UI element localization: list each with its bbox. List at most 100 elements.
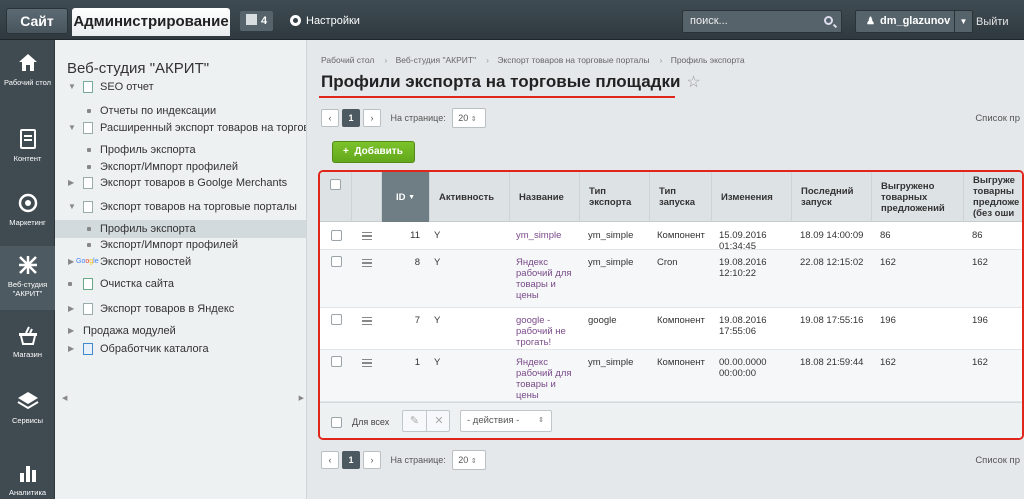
list-settings-link[interactable]: Список пр: [975, 113, 1020, 124]
table-row[interactable]: 7 Y google - рабочий не трогать! google …: [320, 308, 1022, 350]
bullet-icon: [87, 148, 91, 152]
table-row[interactable]: 1 Y Яндекс рабочий для товары и цены ym_…: [320, 350, 1022, 402]
top-bar: Сайт Администрирование 4 Настройки поиск…: [0, 0, 1024, 40]
per-page-value: 20: [458, 455, 469, 465]
row-menu-icon[interactable]: [362, 232, 372, 240]
row-checkbox[interactable]: [331, 256, 342, 267]
expand-right-icon[interactable]: ▶: [68, 322, 74, 340]
row-checkbox[interactable]: [331, 356, 342, 367]
actions-select[interactable]: - действия - ⇕: [460, 410, 552, 432]
tree-item-label: SEO отчет: [100, 81, 154, 93]
nav-item-analytics[interactable]: Аналитика: [0, 462, 55, 497]
scroll-right-icon[interactable]: ▶: [299, 394, 304, 402]
header-last-run[interactable]: Последний запуск: [792, 172, 872, 222]
expand-right-icon[interactable]: ▶: [68, 253, 74, 271]
cell-active: Y: [434, 315, 441, 326]
header-changed[interactable]: Изменения: [712, 172, 792, 222]
cell-name-link[interactable]: google - рабочий не трогать!: [516, 315, 578, 348]
tree-item-trade-portals[interactable]: ▼ Экспорт товаров на торговые порталы: [55, 198, 306, 216]
select-all-checkbox[interactable]: [330, 179, 341, 190]
expand-right-icon[interactable]: ▶: [68, 174, 74, 192]
next-page-button[interactable]: ›: [363, 451, 381, 469]
header-run-type[interactable]: Тип запуска: [650, 172, 712, 222]
cell-name-link[interactable]: ym_simple: [516, 230, 578, 241]
tree-item-index-reports[interactable]: Отчеты по индексации: [55, 102, 306, 120]
prev-page-button[interactable]: ‹: [321, 451, 339, 469]
header-export-type[interactable]: Тип экспорта: [580, 172, 650, 222]
search-icon[interactable]: [824, 16, 833, 25]
nav-item-akrit[interactable]: Веб-студия "АКРИТ": [0, 246, 55, 310]
expand-down-icon[interactable]: ▼: [68, 119, 76, 137]
row-menu-icon[interactable]: [362, 359, 372, 367]
cell-active: Y: [434, 357, 441, 368]
user-menu[interactable]: ♟ dm_glazunov ▼: [855, 10, 973, 33]
header-exported-ok[interactable]: Выгруже товарны предложе (без оши: [964, 172, 1022, 222]
next-page-button[interactable]: ›: [363, 109, 381, 127]
table-row[interactable]: 11 Y ym_simple ym_simple Компонент 15.09…: [320, 222, 1022, 252]
nav-item-services[interactable]: Сервисы: [0, 390, 55, 425]
breadcrumb-item[interactable]: Профиль экспорта: [671, 55, 745, 65]
expand-down-icon[interactable]: ▼: [68, 78, 76, 96]
tree-item-yandex-export[interactable]: ▶ Экспорт товаров в Яндекс: [55, 300, 306, 318]
list-settings-link[interactable]: Список пр: [975, 455, 1020, 466]
per-page-select[interactable]: 20 ⇕: [452, 108, 487, 128]
row-menu-icon[interactable]: [362, 259, 372, 267]
row-menu-icon[interactable]: [362, 317, 372, 325]
tree-item-site-cleanup[interactable]: Очистка сайта: [55, 275, 306, 293]
header-id[interactable]: ID ▼: [382, 172, 430, 222]
admin-tab[interactable]: Администрирование: [72, 8, 230, 36]
breadcrumb-item[interactable]: Веб-студия "АКРИТ": [396, 55, 477, 65]
stepper-icon: ⇕: [470, 458, 477, 465]
tree-item-seo[interactable]: ▼ SEO отчет: [55, 78, 306, 96]
tree-item-label: Экспорт товаров в Яндекс: [100, 303, 235, 315]
for-all-checkbox[interactable]: [331, 417, 342, 428]
tree-item-google-merchants[interactable]: ▶ Экспорт товаров в Goolge Merchants: [55, 174, 306, 192]
nav-item-content[interactable]: Контент: [0, 128, 55, 163]
tree-item-module-sales[interactable]: ▶ Продажа модулей: [55, 322, 306, 340]
scroll-left-icon[interactable]: ◀: [62, 394, 67, 402]
per-page-select[interactable]: 20 ⇕: [452, 450, 487, 470]
breadcrumb-item[interactable]: Рабочий стол: [321, 55, 374, 65]
nav-item-desktop[interactable]: Рабочий стол: [0, 52, 55, 87]
search-input[interactable]: поиск...: [682, 10, 842, 33]
user-name: dm_glazunov: [879, 15, 951, 27]
header-exported[interactable]: Выгружено товарных предложений: [872, 172, 964, 222]
expand-right-icon[interactable]: ▶: [68, 340, 74, 358]
cell-name-link[interactable]: Яндекс рабочий для товары и цены: [516, 357, 578, 401]
chevron-down-icon[interactable]: ▼: [954, 11, 972, 32]
row-checkbox[interactable]: [331, 314, 342, 325]
page-number-button[interactable]: 1: [342, 109, 360, 127]
nav-item-shop[interactable]: Магазин: [0, 324, 55, 359]
page-number-button[interactable]: 1: [342, 451, 360, 469]
tree-item-news-export[interactable]: ▶ Google Экспорт новостей: [55, 253, 306, 271]
chart-icon: [19, 466, 36, 482]
settings-label: Настройки: [306, 15, 360, 27]
star-icon[interactable]: ☆: [686, 74, 700, 91]
table-row[interactable]: 8 Y Яндекс рабочий для товары и цены ym_…: [320, 250, 1022, 308]
close-icon[interactable]: ✕: [427, 411, 451, 431]
row-checkbox[interactable]: [331, 230, 342, 241]
header-active[interactable]: Активность: [430, 172, 510, 222]
breadcrumb-item[interactable]: Экспорт товаров на торговые порталы: [497, 55, 649, 65]
expand-right-icon[interactable]: ▶: [68, 300, 74, 318]
tree-item-label: Обработчик каталога: [100, 343, 209, 355]
cell-name-link[interactable]: Яндекс рабочий для товары и цены: [516, 257, 578, 301]
logout-link[interactable]: Выйти: [976, 12, 1009, 32]
tree-scrollbar[interactable]: ◀ ▶: [62, 394, 304, 404]
tree-item-import-export-2[interactable]: Экспорт/Импорт профилей: [55, 236, 306, 254]
header-name[interactable]: Название: [510, 172, 580, 222]
pager-top: ‹ 1 › На странице: 20 ⇕: [321, 108, 487, 130]
add-button[interactable]: + Добавить: [332, 141, 415, 163]
pencil-icon[interactable]: ✎: [403, 411, 427, 431]
per-page-label: На странице:: [390, 113, 446, 123]
nav-item-marketing[interactable]: Маркетинг: [0, 192, 55, 227]
tree-item-export-profile[interactable]: Профиль экспорта: [55, 141, 306, 159]
site-button[interactable]: Сайт: [6, 8, 68, 34]
tree-item-catalog-handler[interactable]: ▶ Обработчик каталога: [55, 340, 306, 358]
tree-item-extended-export[interactable]: ▼ Расширенный экспорт товаров на торговы…: [55, 119, 306, 137]
notifications-button[interactable]: 4: [240, 11, 274, 31]
cell-exported-ok: 196: [972, 315, 988, 326]
settings-link[interactable]: Настройки: [290, 11, 360, 31]
expand-down-icon[interactable]: ▼: [68, 198, 76, 216]
prev-page-button[interactable]: ‹: [321, 109, 339, 127]
